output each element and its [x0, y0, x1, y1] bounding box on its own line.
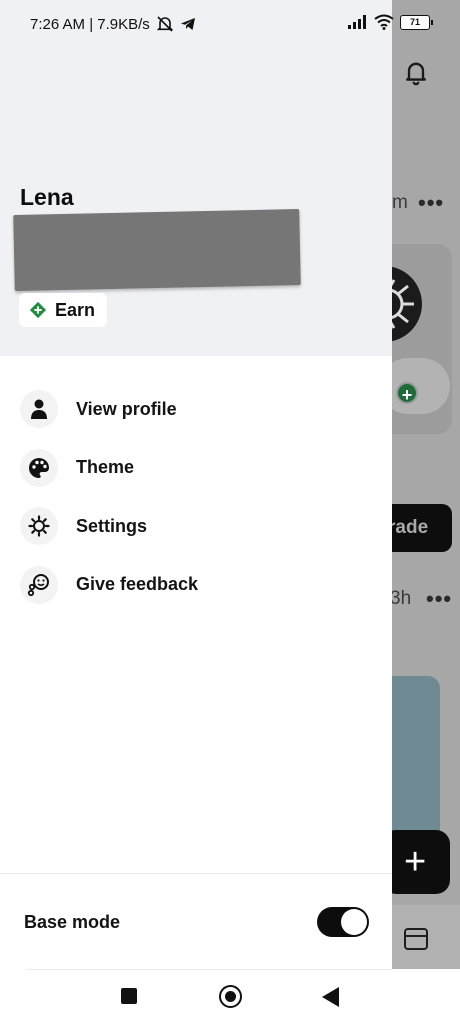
wallet-tab-icon[interactable] [404, 928, 428, 950]
user-name: Lena [20, 184, 74, 210]
system-nav-bar [0, 969, 460, 1024]
bell-icon[interactable] [402, 58, 430, 86]
divider [26, 969, 392, 970]
divider [0, 873, 392, 874]
gear-icon [20, 507, 58, 546]
more-options-icon[interactable]: ••• [418, 190, 444, 216]
recents-icon[interactable] [121, 988, 137, 1004]
muted-bell-icon [156, 16, 174, 32]
menu-item-label: View profile [76, 398, 177, 419]
menu-item-give-feedback[interactable]: Give feedback [0, 556, 392, 615]
telegram-icon [180, 18, 195, 30]
plus-icon: + [404, 841, 427, 883]
back-icon[interactable] [322, 987, 339, 1007]
drawer-menu: View profile Theme Settings Give feedbac… [0, 380, 392, 614]
status-left: 7:26 AM | 7.9KB/s [30, 15, 196, 33]
post-timestamp: 3h [390, 588, 412, 609]
menu-item-settings[interactable]: Settings [0, 497, 392, 556]
battery-icon: 71 [400, 14, 433, 30]
earn-button[interactable]: Earn [19, 293, 108, 327]
status-time: 7:26 AM | 7.9KB/s [30, 15, 150, 33]
status-right: 71 [348, 14, 433, 30]
redacted-block [13, 209, 301, 291]
palette-icon [20, 448, 58, 487]
diamond-icon [29, 301, 47, 319]
menu-item-theme[interactable]: Theme [0, 439, 392, 498]
menu-item-label: Settings [76, 515, 148, 536]
menu-item-label: Give feedback [76, 574, 199, 595]
toggle-knob [341, 909, 367, 935]
add-icon[interactable]: + [396, 382, 418, 405]
signal-icon [348, 15, 366, 29]
menu-item-view-profile[interactable]: View profile [0, 380, 392, 439]
status-bar: 7:26 AM | 7.9KB/s 71 [0, 0, 460, 50]
base-mode-toggle[interactable] [317, 907, 369, 937]
wifi-icon [374, 14, 394, 30]
post-timestamp: m [392, 192, 408, 213]
earn-label: Earn [55, 299, 96, 320]
drawer-header: Lena Earn [0, 0, 392, 356]
create-post-button[interactable]: + [382, 830, 450, 894]
feedback-icon [20, 565, 58, 604]
home-icon[interactable] [219, 985, 242, 1008]
more-options-icon[interactable]: ••• [426, 586, 452, 612]
menu-item-label: Theme [76, 457, 135, 478]
side-drawer: Lena Earn View profile Theme Settings Gi… [0, 0, 392, 969]
base-mode-label: Base mode [24, 912, 121, 932]
person-icon [20, 390, 58, 429]
